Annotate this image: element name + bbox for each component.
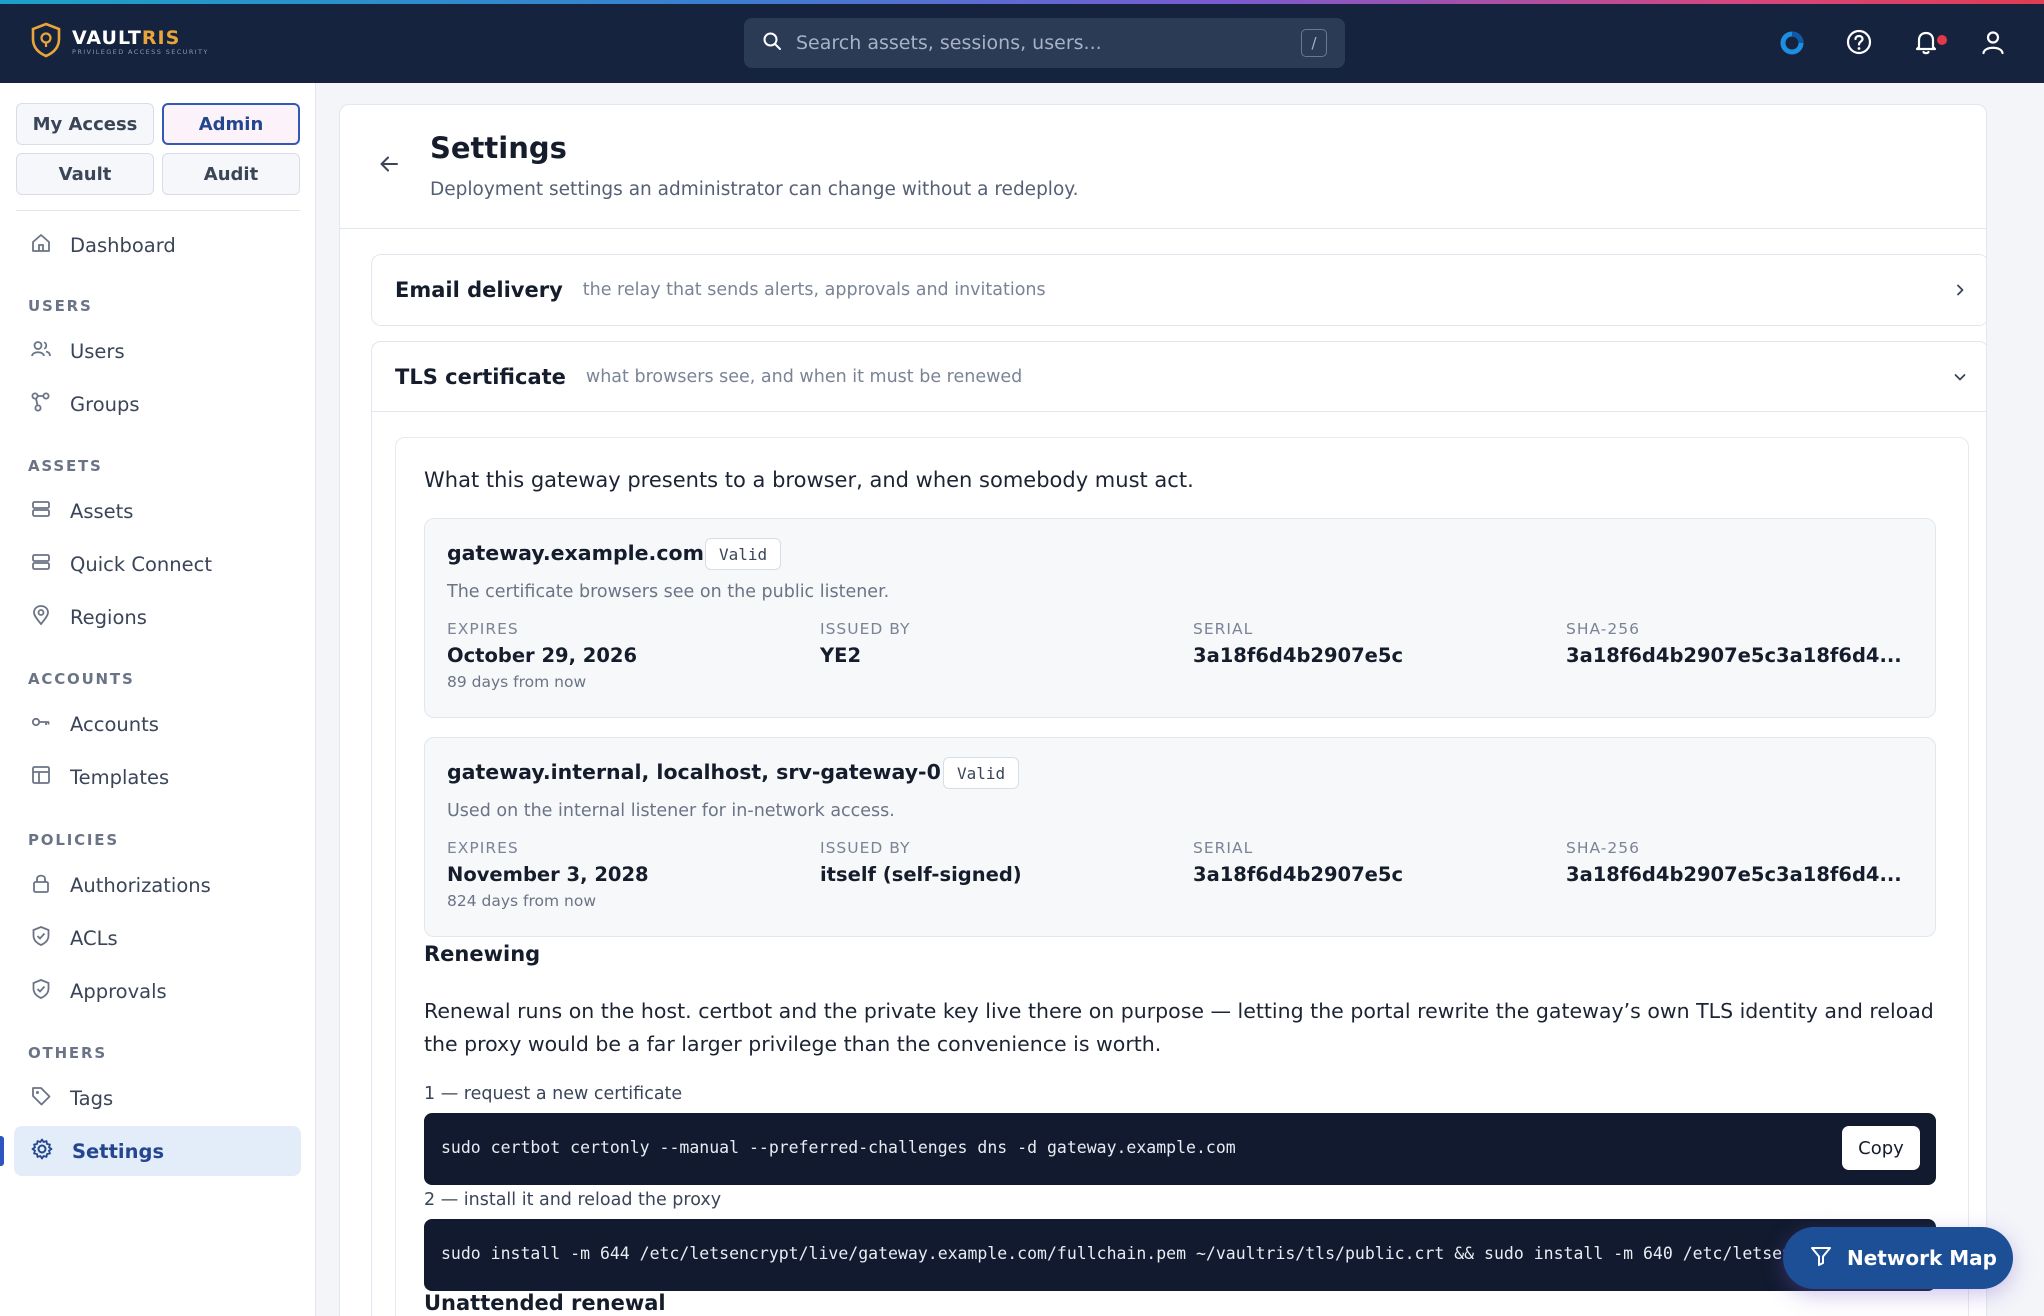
sha256-field: SHA-256 3a18f6d4b2907e5c3a18f6d4...: [1566, 839, 1902, 886]
tls-certificate-header[interactable]: TLS certificate what browsers see, and w…: [372, 342, 1986, 412]
section-others: OTHERS: [28, 1044, 107, 1062]
app-logo[interactable]: VAULTRIS PRIVILEGED ACCESS SECURITY: [30, 22, 209, 62]
filter-icon: [1809, 1244, 1833, 1272]
sidebar-item-assets[interactable]: Assets: [14, 486, 301, 536]
app-tagline: PRIVILEGED ACCESS SECURITY: [72, 47, 209, 56]
section-users: USERS: [28, 297, 93, 315]
email-delivery-description: the relay that sends alerts, approvals a…: [582, 280, 1046, 300]
sidebar-item-settings[interactable]: Settings: [14, 1126, 301, 1176]
mode-my-access[interactable]: My Access: [16, 103, 154, 145]
section-accounts: ACCOUNTS: [28, 670, 135, 688]
groups-icon: [30, 391, 52, 417]
page-header: Settings Deployment settings an administ…: [340, 105, 1986, 229]
shield-check-icon: [30, 925, 52, 951]
search-shortcut-key: /: [1301, 29, 1327, 57]
template-icon: [30, 764, 52, 790]
bell-icon[interactable]: [1910, 26, 1947, 58]
renewing-heading: Renewing: [424, 942, 541, 966]
renewing-text: Renewal runs on the host. certbot and th…: [424, 999, 1934, 1056]
certificate-description: Used on the internal listener for in-net…: [447, 801, 895, 821]
page-subtitle: Deployment settings an administrator can…: [430, 179, 1079, 200]
top-bar: VAULTRIS PRIVILEGED ACCESS SECURITY Sear…: [0, 0, 2044, 83]
map-pin-icon: [30, 604, 52, 630]
sidebar-item-accounts[interactable]: Accounts: [14, 699, 301, 749]
help-icon[interactable]: [1843, 26, 1875, 58]
top-accent-stripe: [0, 0, 2044, 4]
chevron-right-icon[interactable]: [1952, 282, 1968, 302]
sidebar-item-approvals[interactable]: Approvals: [14, 966, 301, 1016]
sidebar-item-authorizations[interactable]: Authorizations: [14, 860, 301, 910]
certificate-name: gateway.internal, localhost, srv-gateway…: [447, 760, 956, 784]
sidebar: My Access Admin Vault Audit Dashboard US…: [0, 83, 316, 1316]
sidebar-item-quick-connect[interactable]: Quick Connect: [14, 539, 301, 589]
step-label: 2 — install it and reload the proxy: [424, 1190, 722, 1210]
page-title: Settings: [430, 131, 567, 165]
sidebar-item-templates[interactable]: Templates: [14, 752, 301, 802]
sidebar-item-dashboard[interactable]: Dashboard: [14, 220, 301, 270]
certificate-card: gateway.example.com Valid The certificat…: [424, 518, 1936, 718]
server-icon: [30, 551, 52, 577]
home-icon: [30, 232, 52, 258]
issued-by-field: ISSUED BY YE2: [820, 620, 911, 667]
back-arrow-icon[interactable]: [378, 153, 400, 179]
sidebar-divider: [16, 210, 300, 211]
chevron-down-icon[interactable]: [1952, 369, 1968, 389]
sidebar-item-acls[interactable]: ACLs: [14, 913, 301, 963]
mode-audit[interactable]: Audit: [162, 153, 300, 195]
gear-icon: [30, 1137, 54, 1165]
expires-field: EXPIRES November 3, 2028 824 days from n…: [447, 839, 649, 910]
tag-icon: [30, 1085, 52, 1111]
status-ring-icon[interactable]: [1776, 26, 1808, 58]
lock-icon: [30, 872, 52, 898]
sidebar-item-groups[interactable]: Groups: [14, 379, 301, 429]
search-input[interactable]: Search assets, sessions, users...: [796, 32, 1301, 54]
tls-certificate-section: TLS certificate what browsers see, and w…: [371, 341, 1986, 1316]
certificate-name: gateway.example.com: [447, 541, 704, 565]
unattended-renewal-heading: Unattended renewal: [424, 1291, 666, 1315]
sidebar-item-tags[interactable]: Tags: [14, 1073, 301, 1123]
notification-dot: [1937, 35, 1947, 45]
network-map-button[interactable]: Network Map: [1783, 1227, 2013, 1289]
key-icon: [30, 711, 52, 737]
shield-check-icon: [30, 978, 52, 1004]
status-badge: Valid: [943, 757, 1020, 789]
command-text[interactable]: sudo install -m 644 /etc/letsencrypt/liv…: [441, 1244, 1936, 1263]
issued-by-field: ISSUED BY itself (self-signed): [820, 839, 1022, 886]
serial-field: SERIAL 3a18f6d4b2907e5c: [1193, 620, 1404, 667]
settings-panel: Settings Deployment settings an administ…: [339, 104, 1987, 1316]
app-name: VAULTRIS: [72, 26, 181, 49]
mode-admin[interactable]: Admin: [162, 103, 300, 145]
copy-button[interactable]: Copy: [1842, 1126, 1920, 1170]
network-map-label: Network Map: [1847, 1246, 1997, 1270]
serial-field: SERIAL 3a18f6d4b2907e5c: [1193, 839, 1404, 886]
sha256-field: SHA-256 3a18f6d4b2907e5c3a18f6d4...: [1566, 620, 1902, 667]
mode-vault[interactable]: Vault: [16, 153, 154, 195]
tls-details-card: What this gateway presents to a browser,…: [395, 437, 1969, 1316]
mode-switcher: My Access Admin Vault Audit: [16, 103, 300, 195]
users-icon: [30, 338, 52, 364]
section-policies: POLICIES: [28, 831, 119, 849]
email-delivery-title: Email delivery: [395, 278, 563, 302]
command-text[interactable]: sudo certbot certonly --manual --preferr…: [441, 1138, 1236, 1157]
section-assets: ASSETS: [28, 457, 103, 475]
shield-logo-icon: [30, 22, 62, 62]
code-block: sudo certbot certonly --manual --preferr…: [424, 1113, 1936, 1185]
tls-lead-text: What this gateway presents to a browser,…: [424, 468, 1194, 492]
tls-certificate-title: TLS certificate: [395, 364, 566, 389]
server-icon: [30, 498, 52, 524]
active-indicator: [0, 1136, 4, 1166]
status-badge: Valid: [705, 538, 782, 570]
expires-field: EXPIRES October 29, 2026 89 days from no…: [447, 620, 638, 691]
sidebar-item-regions[interactable]: Regions: [14, 592, 301, 642]
certificate-description: The certificate browsers see on the publ…: [447, 582, 890, 602]
search-icon: [762, 31, 782, 55]
code-block: sudo install -m 644 /etc/letsencrypt/liv…: [424, 1219, 1936, 1291]
tls-certificate-description: what browsers see, and when it must be r…: [585, 366, 1023, 387]
step-label: 1 — request a new certificate: [424, 1084, 683, 1104]
email-delivery-section[interactable]: Email delivery the relay that sends aler…: [371, 254, 1986, 326]
user-icon[interactable]: [1977, 26, 2009, 58]
certificate-card: gateway.internal, localhost, srv-gateway…: [424, 737, 1936, 937]
global-search[interactable]: Search assets, sessions, users... /: [744, 18, 1345, 68]
sidebar-item-users[interactable]: Users: [14, 326, 301, 376]
